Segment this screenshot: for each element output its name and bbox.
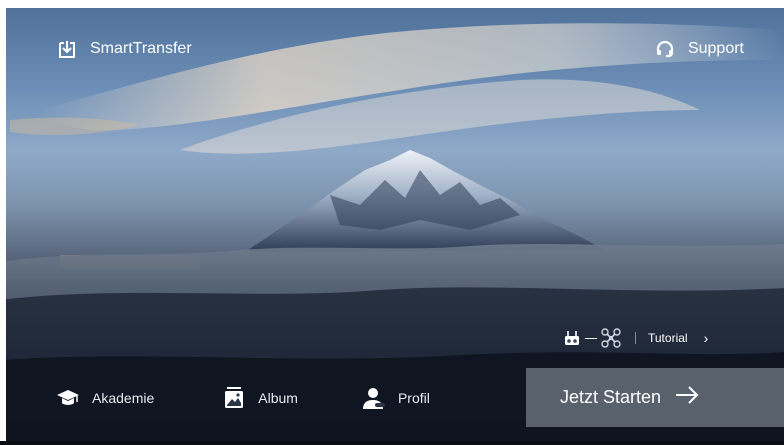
akademie-label: Akademie bbox=[92, 390, 155, 406]
album-label: Album bbox=[258, 390, 298, 406]
frame-edge bbox=[0, 0, 6, 445]
frame-edge bbox=[0, 0, 784, 8]
connection-line bbox=[585, 337, 597, 339]
tutorial-link[interactable]: Tutorial › bbox=[563, 326, 708, 350]
chevron-right-icon: › bbox=[703, 330, 709, 346]
divider bbox=[635, 332, 636, 344]
headset-icon bbox=[654, 38, 676, 60]
nav-akademie[interactable]: Akademie bbox=[56, 386, 154, 410]
support-label: Support bbox=[687, 40, 744, 57]
smarttransfer-label: SmartTransfer bbox=[90, 40, 192, 57]
user-icon bbox=[362, 386, 386, 410]
start-label: Jetzt Starten bbox=[560, 387, 662, 407]
profil-label: Profil bbox=[397, 390, 430, 406]
bottom-nav: Akademie Album Profil bbox=[56, 386, 430, 410]
nav-profil[interactable]: Profil bbox=[362, 386, 430, 410]
remote-controller-icon bbox=[563, 329, 581, 347]
start-button[interactable]: Jetzt Starten bbox=[526, 368, 784, 427]
drone-icon bbox=[601, 328, 621, 348]
nav-album[interactable]: Album bbox=[222, 386, 298, 410]
home-screen: SmartTransfer Support Tutorial › Akademi… bbox=[0, 0, 784, 445]
download-icon bbox=[56, 38, 78, 60]
smarttransfer-button[interactable]: SmartTransfer bbox=[56, 38, 192, 60]
support-button[interactable]: Support bbox=[654, 38, 744, 60]
frame-edge bbox=[0, 441, 784, 445]
graduation-cap-icon bbox=[56, 386, 80, 410]
tutorial-label: Tutorial bbox=[648, 331, 688, 345]
arrow-right-icon bbox=[675, 386, 699, 409]
album-icon bbox=[222, 386, 246, 410]
